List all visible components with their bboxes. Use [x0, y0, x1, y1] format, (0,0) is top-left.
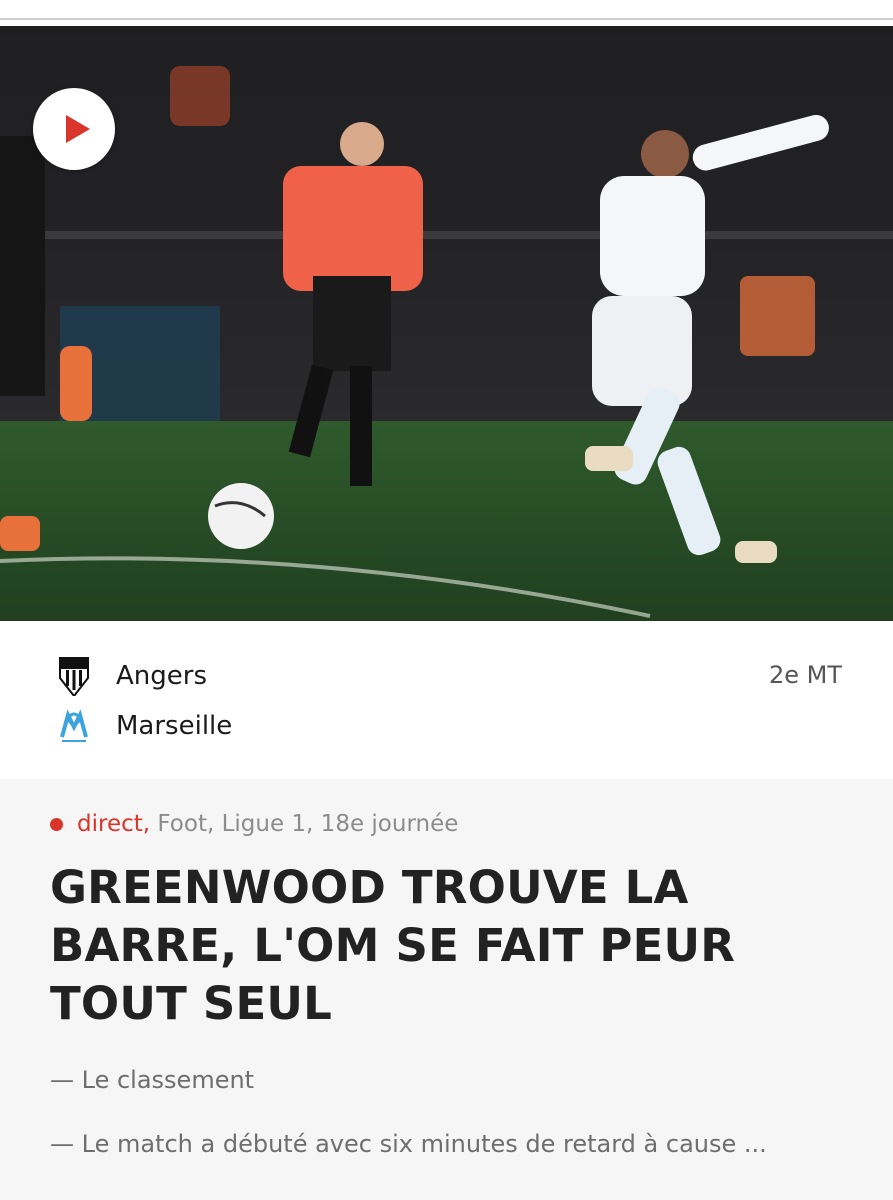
- article-meta: direct, Foot, Ligue 1, 18e journée: [50, 811, 458, 837]
- live-label: direct,: [77, 811, 151, 837]
- top-divider: [0, 18, 893, 20]
- play-button[interactable]: [33, 88, 115, 170]
- hero-photo[interactable]: [0, 26, 893, 621]
- browser-top-bar: [0, 0, 893, 27]
- breadcrumb: Foot, Ligue 1, 18e journée: [150, 811, 459, 837]
- marseille-crest-icon: [56, 706, 92, 746]
- away-team-row: Marseille: [56, 706, 232, 746]
- article-card[interactable]: direct, Foot, Ligue 1, 18e journée GREEN…: [0, 779, 893, 1200]
- home-team-row: Angers: [56, 656, 207, 696]
- match-status: 2e MT: [768, 661, 842, 689]
- related-link-delay[interactable]: — Le match a débuté avec six minutes de …: [50, 1130, 767, 1158]
- play-icon: [66, 115, 90, 143]
- match-photo: [0, 26, 893, 621]
- article-headline[interactable]: GREENWOOD TROUVE LA BARRE, L'OM SE FAIT …: [50, 859, 860, 1033]
- angers-crest-icon: [56, 656, 92, 696]
- scoreboard[interactable]: Angers Marseille 2e MT: [0, 621, 893, 779]
- related-link-standings[interactable]: — Le classement: [50, 1066, 254, 1094]
- home-team-name: Angers: [116, 661, 207, 691]
- live-dot-icon: [50, 817, 63, 831]
- away-team-name: Marseille: [116, 711, 233, 741]
